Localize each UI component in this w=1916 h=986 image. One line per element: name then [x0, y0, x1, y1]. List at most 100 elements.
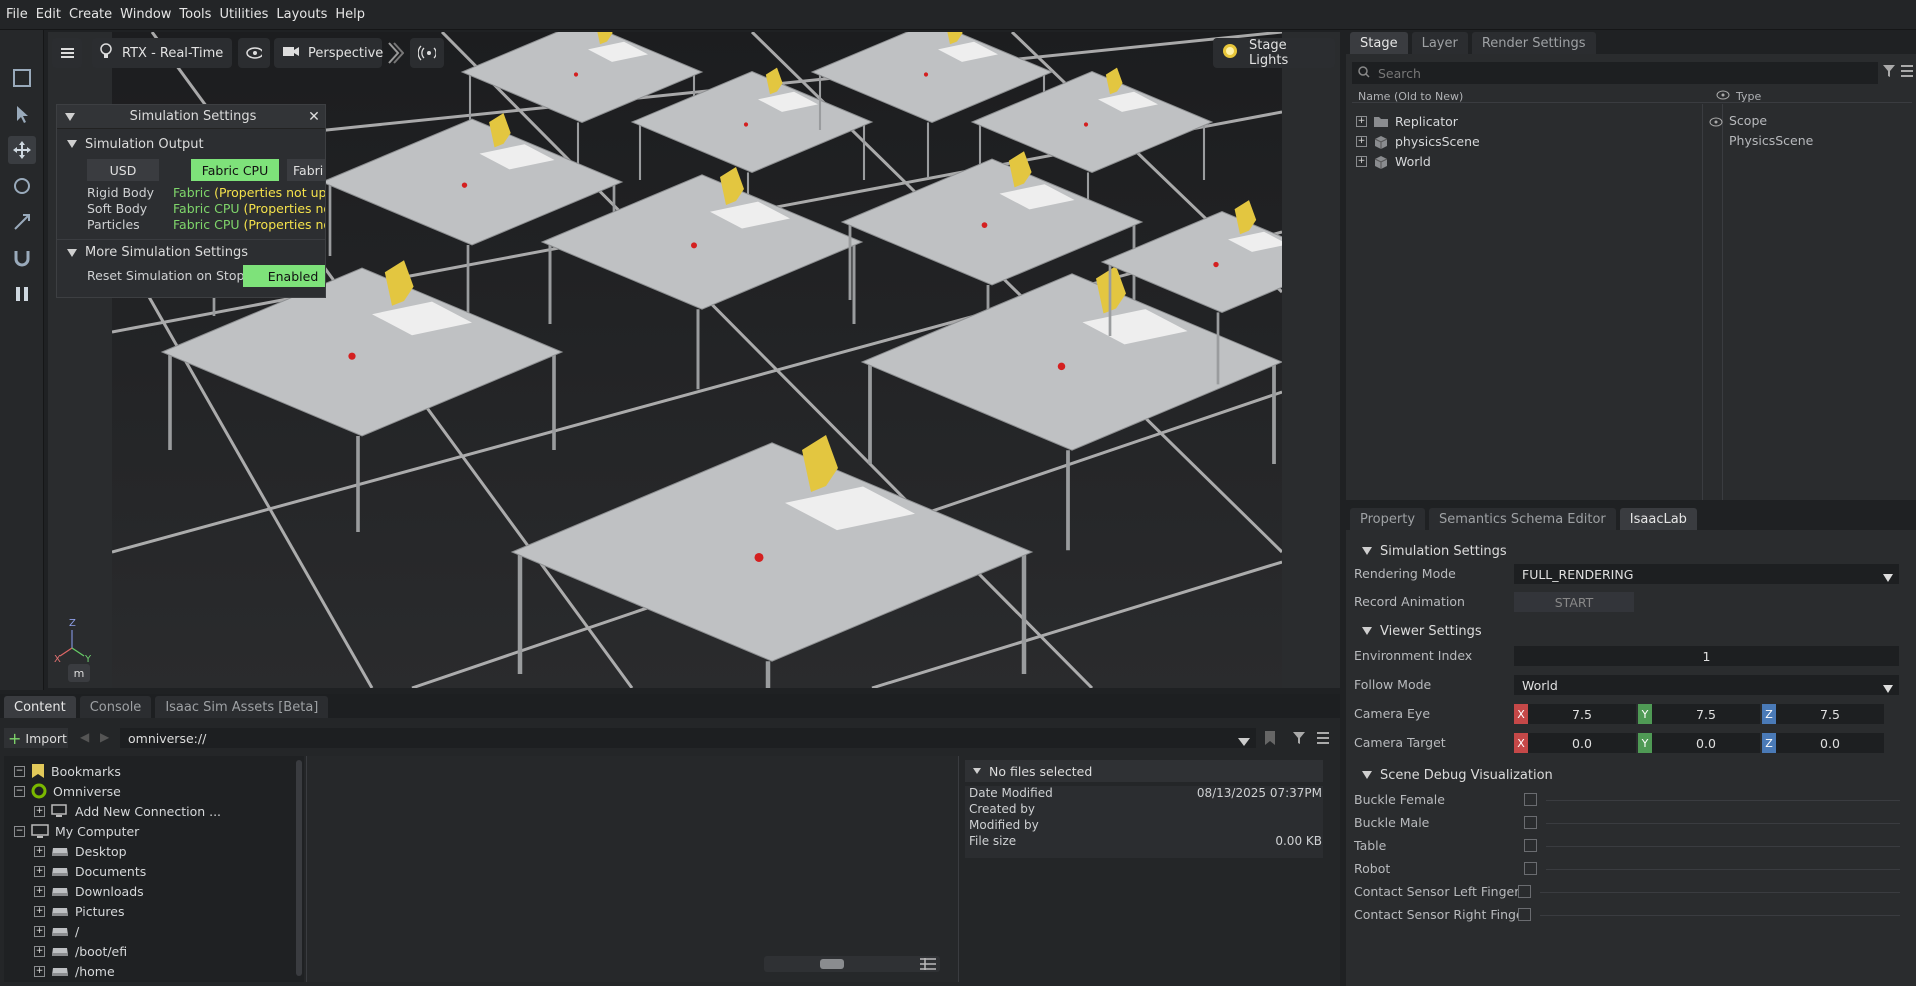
tab-isaaclab[interactable]: IsaacLab [1619, 508, 1697, 530]
broadcast-icon[interactable] [410, 38, 444, 68]
debug-item-checkbox[interactable] [1518, 885, 1531, 898]
cam-eye-z-field[interactable]: 7.5 [1776, 704, 1884, 724]
expand-icon[interactable]: + [34, 865, 45, 877]
file-grid[interactable] [306, 756, 958, 982]
tree-item[interactable]: − Bookmarks [14, 762, 121, 780]
menu-tools[interactable]: Tools [179, 7, 211, 22]
viewport-settings-button[interactable] [52, 38, 82, 68]
stage-item-replicator[interactable]: + Replicator Scope [1356, 112, 1906, 130]
rtx-mode-button[interactable]: RTX - Real-Time [92, 38, 232, 68]
menu-window[interactable]: Window [120, 7, 171, 22]
debug-item-checkbox[interactable] [1524, 862, 1537, 875]
visibility-eye-icon[interactable] [1709, 115, 1723, 130]
tree-item[interactable]: − Omniverse [14, 782, 121, 800]
scroll-thumb[interactable] [820, 959, 844, 969]
collapse-icon[interactable] [65, 112, 75, 121]
expand-icon[interactable]: + [34, 925, 45, 937]
tree-item[interactable]: + /home [34, 962, 115, 980]
pause-icon[interactable] [8, 280, 36, 308]
move-icon[interactable] [8, 136, 36, 164]
usd-output-button[interactable]: USD [87, 159, 159, 181]
scale-icon[interactable] [8, 208, 36, 236]
snap-icon[interactable] [8, 244, 36, 272]
cam-target-x-field[interactable]: 0.0 [1528, 733, 1636, 753]
col-type-header[interactable]: Type [1736, 90, 1761, 103]
expand-icon[interactable]: + [1356, 115, 1367, 127]
menu-icon[interactable] [1900, 64, 1914, 81]
expand-icon[interactable]: + [1356, 135, 1367, 147]
debug-item-checkbox[interactable] [1518, 908, 1531, 921]
viewer-section[interactable]: Viewer Settings [1352, 620, 1482, 642]
tab-console[interactable]: Console [79, 696, 152, 718]
path-dropdown-icon[interactable] [1238, 734, 1250, 749]
grid-view-icon[interactable] [920, 958, 936, 973]
rendering-mode-select[interactable]: FULL_RENDERING [1514, 564, 1899, 584]
measure-button[interactable]: m [68, 664, 90, 682]
record-start-button[interactable]: START [1514, 592, 1634, 612]
menu-help[interactable]: Help [335, 7, 365, 22]
select-box-icon[interactable] [8, 64, 36, 92]
grid-hscrollbar[interactable] [764, 956, 940, 972]
stage-item-world[interactable]: + World [1356, 152, 1906, 170]
collapse-icon[interactable]: − [14, 785, 25, 797]
expand-icon[interactable]: + [34, 805, 45, 817]
follow-mode-select[interactable]: World [1514, 675, 1899, 695]
tree-scrollbar[interactable] [296, 760, 302, 976]
tab-property[interactable]: Property [1350, 508, 1426, 530]
col-name-header[interactable]: Name (Old to New) [1358, 90, 1463, 103]
fabric-cpu-output-button[interactable]: Fabric CPU [191, 159, 279, 181]
debug-item-checkbox[interactable] [1524, 816, 1537, 829]
expand-icon[interactable]: + [34, 845, 45, 857]
tab-layer[interactable]: Layer [1411, 32, 1468, 54]
tab-semantics-schema-editor[interactable]: Semantics Schema Editor [1429, 508, 1616, 530]
menu-edit[interactable]: Edit [36, 7, 61, 22]
tree-item[interactable]: + Downloads [34, 882, 144, 900]
collapse-icon[interactable]: − [14, 765, 25, 777]
tree-item[interactable]: + /boot/efi [34, 942, 127, 960]
search-input[interactable]: Search [1378, 66, 1421, 81]
tree-item[interactable]: + Documents [34, 862, 146, 880]
debug-section[interactable]: Scene Debug Visualization [1352, 764, 1553, 786]
stage-item-physicsscene[interactable]: + physicsScene PhysicsScene [1356, 132, 1906, 150]
env-index-field[interactable]: 1 [1514, 646, 1899, 666]
collapse-icon[interactable]: − [14, 825, 25, 837]
cam-eye-x-field[interactable]: 7.5 [1528, 704, 1636, 724]
tab-content[interactable]: Content [4, 696, 76, 718]
expand-icon[interactable]: + [1356, 155, 1367, 167]
expand-icon[interactable]: + [34, 905, 45, 917]
reset-sim-toggle[interactable]: Enabled [243, 265, 325, 287]
sim-output-section[interactable]: Simulation Output [57, 133, 325, 155]
debug-item-checkbox[interactable] [1524, 839, 1537, 852]
cam-target-z-field[interactable]: 0.0 [1776, 733, 1884, 753]
tree-item[interactable]: − My Computer [14, 822, 139, 840]
back-arrow-icon[interactable]: ◀ [80, 730, 89, 744]
cam-eye-y-field[interactable]: 7.5 [1652, 704, 1760, 724]
tab-isaac-sim-assets[interactable]: Isaac Sim Assets [Beta] [155, 696, 329, 718]
tree-item[interactable]: + Pictures [34, 902, 125, 920]
expand-icon[interactable]: + [34, 945, 45, 957]
path-field[interactable]: omniverse:// [120, 728, 1256, 748]
debug-item-checkbox[interactable] [1524, 793, 1537, 806]
menu-utilities[interactable]: Utilities [219, 7, 268, 22]
bookmark-icon[interactable] [1264, 730, 1276, 749]
filter-icon[interactable] [1292, 731, 1306, 748]
close-icon[interactable]: ✕ [303, 109, 325, 125]
camera-button[interactable]: Perspective [274, 38, 383, 68]
stage-search[interactable]: Search [1352, 62, 1878, 84]
filter-icon[interactable] [1882, 64, 1896, 81]
expand-icon[interactable]: + [34, 965, 45, 977]
details-header[interactable]: No files selected [965, 760, 1323, 782]
options-menu-icon[interactable] [1316, 731, 1330, 748]
tab-render-settings[interactable]: Render Settings [1471, 32, 1596, 54]
stage-lights-button[interactable]: Stage Lights [1213, 38, 1335, 68]
menu-layouts[interactable]: Layouts [276, 7, 327, 22]
fabric-gpu-output-button[interactable]: Fabri [287, 159, 325, 181]
menu-create[interactable]: Create [69, 7, 112, 22]
rotate-icon[interactable] [8, 172, 36, 200]
props-sim-section[interactable]: Simulation Settings [1352, 540, 1507, 562]
pointer-icon[interactable] [8, 100, 36, 128]
cam-target-y-field[interactable]: 0.0 [1652, 733, 1760, 753]
more-sim-section[interactable]: More Simulation Settings [57, 239, 325, 261]
expand-icon[interactable]: + [34, 885, 45, 897]
tab-stage[interactable]: Stage [1350, 32, 1408, 54]
